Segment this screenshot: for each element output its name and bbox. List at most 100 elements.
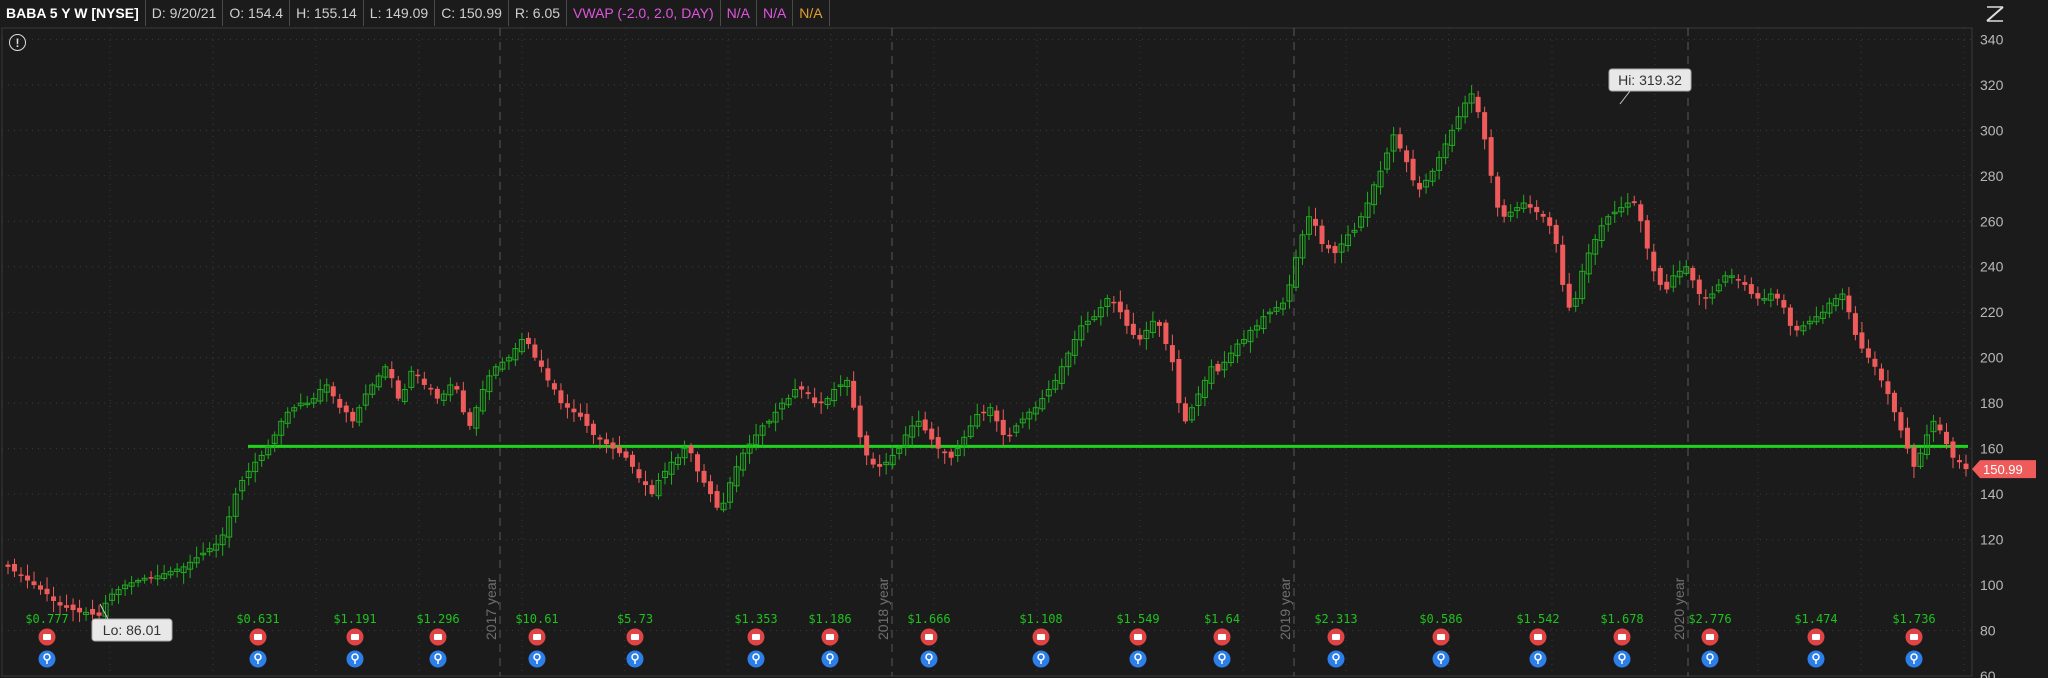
earnings-icon-glyph — [1037, 634, 1045, 640]
year-label: 2020 year — [1671, 577, 1687, 640]
candle-down — [12, 563, 18, 572]
dividend-icon — [249, 650, 267, 668]
dividend-label: $5.73 — [617, 612, 653, 626]
candle-down — [1553, 224, 1559, 244]
candle-down — [877, 464, 883, 467]
dividend-label: $1.108 — [1019, 612, 1062, 626]
candle-down — [688, 445, 694, 454]
candle-down — [538, 360, 544, 367]
candle-down — [1404, 150, 1410, 163]
candle-down — [148, 577, 154, 579]
price-tick-label: 60 — [1980, 668, 1996, 678]
symbol-label[interactable]: BABA 5 Y W [NYSE] — [0, 0, 146, 26]
candle-down — [1859, 332, 1865, 349]
candle-down — [389, 368, 395, 379]
candle-down — [70, 604, 76, 611]
dividend-label: $1.186 — [808, 612, 851, 626]
dividend-icon — [1529, 650, 1547, 668]
candle-down — [1963, 463, 1969, 470]
price-tick-label: 100 — [1980, 577, 2004, 593]
candle-down — [1852, 313, 1858, 335]
chart-header: BABA 5 Y W [NYSE] D: 9/20/21 O: 154.4 H:… — [0, 0, 1972, 26]
candle-down — [532, 344, 538, 358]
price-tick-label: 220 — [1980, 304, 2004, 320]
candle-down — [1319, 225, 1325, 244]
candle-down — [1891, 392, 1897, 413]
candle-down — [1488, 137, 1494, 176]
year-label: 2018 year — [875, 577, 891, 640]
candle-down — [597, 437, 603, 440]
candle-down — [1169, 345, 1175, 363]
candle-down — [1124, 309, 1130, 326]
dividend-icon — [747, 650, 765, 668]
candle-down — [25, 575, 31, 581]
candle-down — [1501, 205, 1507, 217]
candle-down — [460, 390, 466, 413]
earnings-icon-glyph — [1534, 634, 1542, 640]
date-value: D: 9/20/21 — [146, 0, 224, 26]
candle-down — [1878, 368, 1884, 381]
candle-down — [1130, 323, 1136, 335]
candle-down — [1898, 412, 1904, 431]
candle-down — [616, 446, 622, 454]
low-marker-pointer — [99, 603, 109, 620]
candle-down — [1332, 246, 1338, 254]
candle-down — [18, 574, 24, 576]
candle-down — [1137, 334, 1143, 340]
earnings-icon-glyph — [752, 634, 760, 640]
candle-down — [590, 423, 596, 435]
candle-down — [857, 405, 863, 438]
dividend-label: $1.666 — [907, 612, 950, 626]
candle-down — [64, 605, 70, 608]
candle-down — [577, 412, 583, 417]
candle-down — [44, 588, 50, 595]
candle-down — [1215, 364, 1221, 372]
candle-down — [337, 398, 343, 408]
vwap-study-label[interactable]: VWAP (-2.0, 2.0, DAY) — [567, 0, 721, 26]
candle-down — [1950, 441, 1956, 458]
candle-down — [805, 392, 811, 395]
candle-down — [1703, 297, 1709, 299]
earnings-icon-glyph — [1812, 634, 1820, 640]
candle-down — [623, 451, 629, 458]
candle-down — [994, 410, 1000, 422]
candle-down — [701, 470, 707, 483]
open-value: O: 154.4 — [223, 0, 291, 26]
candle-down — [1690, 267, 1696, 281]
price-tick-label: 300 — [1980, 122, 2004, 138]
candle-down — [415, 374, 421, 377]
candle-down — [642, 481, 648, 486]
info-icon[interactable]: ! — [9, 34, 26, 51]
candles — [5, 85, 1969, 626]
candle-down — [1956, 460, 1962, 463]
candle-down — [1547, 217, 1553, 226]
dividend-label: $1.474 — [1794, 612, 1837, 626]
candle-down — [1651, 251, 1657, 272]
candle-down — [851, 380, 857, 408]
candle-down — [51, 596, 57, 601]
candle-down — [818, 401, 824, 404]
candle-down — [935, 437, 941, 449]
dividend-label: $1.736 — [1892, 612, 1935, 626]
earnings-icon-glyph — [533, 634, 541, 640]
earnings-icon-glyph — [1618, 634, 1626, 640]
price-tick-label: 320 — [1980, 77, 2004, 93]
candle-down — [421, 378, 427, 385]
dividend-icon — [1432, 650, 1450, 668]
price-axis: 340 320 300 280 260 240 220 200 180 160 140 120 100 8… — [1980, 31, 2004, 678]
candle-down — [1787, 307, 1793, 326]
candle-down — [1937, 424, 1943, 431]
dividend-label: $0.631 — [236, 612, 279, 626]
price-chart[interactable]: 2017 year 2018 year 2019 year 2020 year 340… — [0, 0, 2048, 678]
candle-down — [1313, 218, 1319, 226]
dividend-markers: $0.777 $0.631 $1.191 $1.296 $10.61 $5.73 $1.35… — [25, 612, 1936, 668]
candle-down — [525, 337, 531, 345]
candle-down — [649, 485, 655, 495]
dividend-label: $1.296 — [416, 612, 459, 626]
candle-down — [558, 390, 564, 404]
candle-down — [1156, 322, 1162, 326]
candle-down — [564, 403, 570, 408]
dividend-label: $1.542 — [1516, 612, 1559, 626]
drawing-tools-icon[interactable] — [1984, 4, 2006, 24]
candle-down — [1742, 282, 1748, 285]
